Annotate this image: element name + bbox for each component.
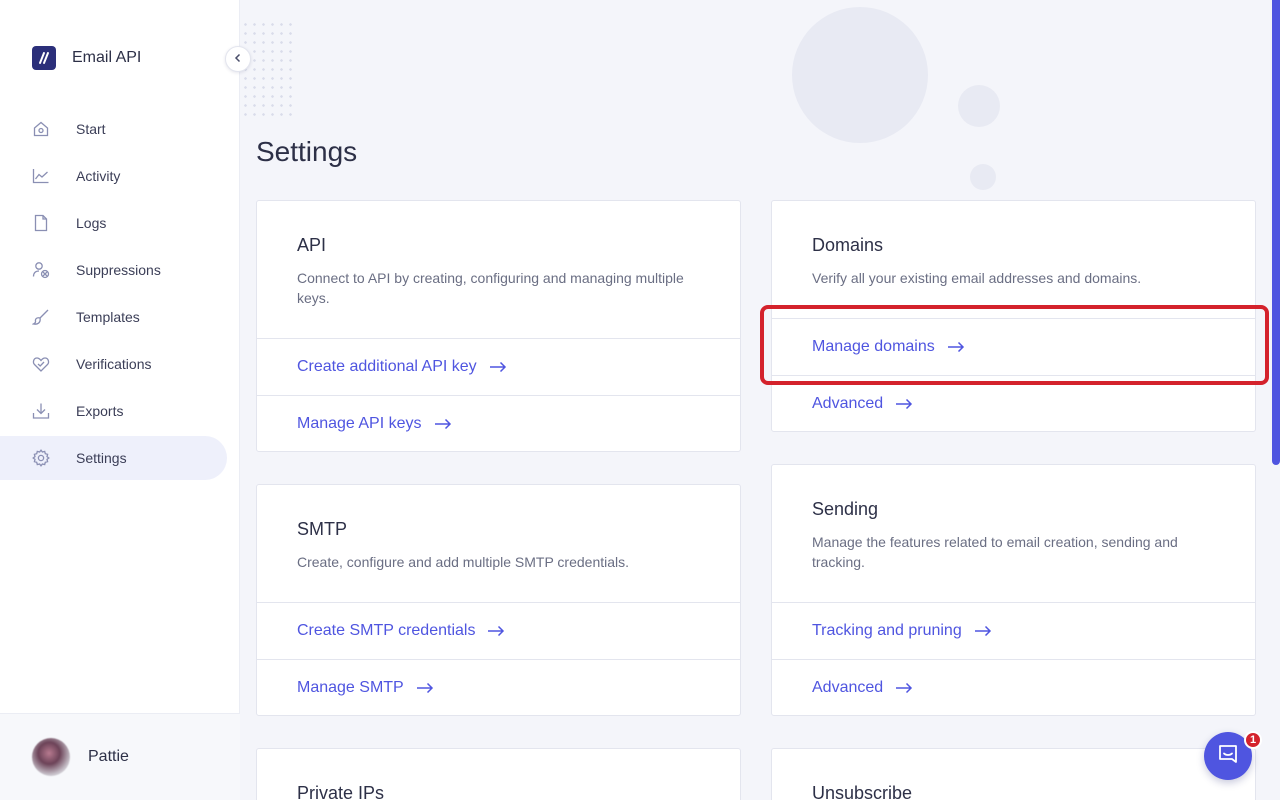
chat-icon: [1217, 743, 1239, 770]
brand[interactable]: Email API: [32, 46, 141, 70]
avatar: [32, 738, 70, 776]
download-icon: [32, 402, 50, 420]
api-card: API Connect to API by creating, configur…: [256, 200, 741, 452]
card-title: Domains: [812, 235, 884, 255]
link-label: Create SMTP credentials: [297, 622, 476, 639]
create-smtp-credentials-link[interactable]: Create SMTP credentials: [257, 602, 740, 659]
sidebar-item-label: Verifications: [76, 356, 152, 372]
file-icon: [32, 214, 50, 232]
user-name: Pattie: [88, 748, 129, 765]
sidebar-item-label: Suppressions: [76, 262, 161, 278]
smtp-card: SMTP Create, configure and add multiple …: [256, 484, 741, 716]
domains-advanced-link[interactable]: Advanced: [772, 375, 1255, 432]
home-icon: [32, 120, 50, 138]
scrollbar-thumb[interactable]: [1272, 0, 1280, 465]
manage-smtp-link[interactable]: Manage SMTP: [257, 659, 740, 716]
domains-card: Domains Verify all your existing email a…: [771, 200, 1256, 432]
link-label: Manage domains: [812, 338, 935, 355]
sidebar-item-label: Exports: [76, 403, 124, 419]
sidebar: Email API Start Activity Logs Suppressio…: [0, 0, 240, 800]
sidebar-item-label: Templates: [76, 309, 140, 325]
sending-card: Sending Manage the features related to e…: [771, 464, 1256, 716]
sidebar-item-label: Settings: [76, 450, 127, 466]
sending-advanced-link[interactable]: Advanced: [772, 659, 1255, 716]
collapse-sidebar-button[interactable]: [225, 46, 251, 72]
tracking-and-pruning-link[interactable]: Tracking and pruning: [772, 602, 1255, 659]
card-title: SMTP: [297, 519, 348, 539]
card-description: Connect to API by creating, configuring …: [297, 270, 684, 306]
decorative-circle: [970, 164, 996, 190]
manage-api-keys-link[interactable]: Manage API keys: [257, 395, 740, 452]
sidebar-nav: Start Activity Logs Suppressions Templat…: [0, 107, 240, 483]
unsubscribe-card: Unsubscribe: [771, 748, 1256, 800]
private-ips-card: Private IPs: [256, 748, 741, 800]
link-label: Manage API keys: [297, 415, 422, 432]
card-title: Sending: [812, 499, 879, 519]
sidebar-item-verifications[interactable]: Verifications: [0, 342, 227, 386]
chart-line-icon: [32, 167, 50, 185]
link-label: Create additional API key: [297, 358, 477, 375]
sidebar-item-settings[interactable]: Settings: [0, 436, 227, 480]
card-title: Private IPs: [297, 783, 385, 800]
sidebar-item-logs[interactable]: Logs: [0, 201, 227, 245]
card-title: Unsubscribe: [812, 783, 913, 800]
sidebar-item-suppressions[interactable]: Suppressions: [0, 248, 227, 292]
card-description: Create, configure and add multiple SMTP …: [297, 554, 630, 570]
link-label: Advanced: [812, 395, 884, 412]
gear-icon: [32, 449, 50, 467]
brush-icon: [32, 308, 50, 326]
user-blocked-icon: [32, 261, 50, 279]
page-title: Settings: [256, 136, 358, 167]
decorative-dots: [241, 20, 293, 120]
user-profile[interactable]: Pattie: [0, 713, 240, 800]
create-api-key-link[interactable]: Create additional API key: [257, 338, 740, 395]
brand-name: Email API: [72, 49, 142, 66]
card-description: Verify all your existing email addresses…: [812, 270, 1142, 286]
arrow-right-icon: [974, 625, 992, 637]
heart-check-icon: [32, 355, 50, 373]
card-description: Manage the features related to email cre…: [812, 534, 1178, 570]
manage-domains-link[interactable]: Manage domains: [772, 318, 1255, 375]
arrow-right-icon: [947, 341, 965, 353]
arrow-right-icon: [895, 682, 913, 694]
sidebar-item-start[interactable]: Start: [0, 107, 227, 151]
arrow-right-icon: [416, 682, 434, 694]
link-label: Manage SMTP: [297, 679, 404, 696]
sidebar-item-label: Start: [76, 121, 106, 137]
sidebar-item-label: Activity: [76, 168, 121, 184]
card-title: API: [297, 235, 327, 255]
arrow-right-icon: [489, 361, 507, 373]
arrow-right-icon: [434, 418, 452, 430]
decorative-circle: [958, 85, 1000, 127]
sidebar-item-templates[interactable]: Templates: [0, 295, 227, 339]
sidebar-item-exports[interactable]: Exports: [0, 389, 227, 433]
arrow-right-icon: [895, 398, 913, 410]
sidebar-item-activity[interactable]: Activity: [0, 154, 227, 198]
link-label: Advanced: [812, 679, 884, 696]
link-label: Tracking and pruning: [812, 622, 962, 639]
brand-logo-icon: [32, 46, 56, 70]
decorative-circle: [792, 7, 928, 143]
chat-notification-badge: 1: [1244, 731, 1262, 749]
arrow-right-icon: [487, 625, 505, 637]
sidebar-item-label: Logs: [76, 215, 107, 231]
chevron-left-icon: [233, 50, 243, 68]
